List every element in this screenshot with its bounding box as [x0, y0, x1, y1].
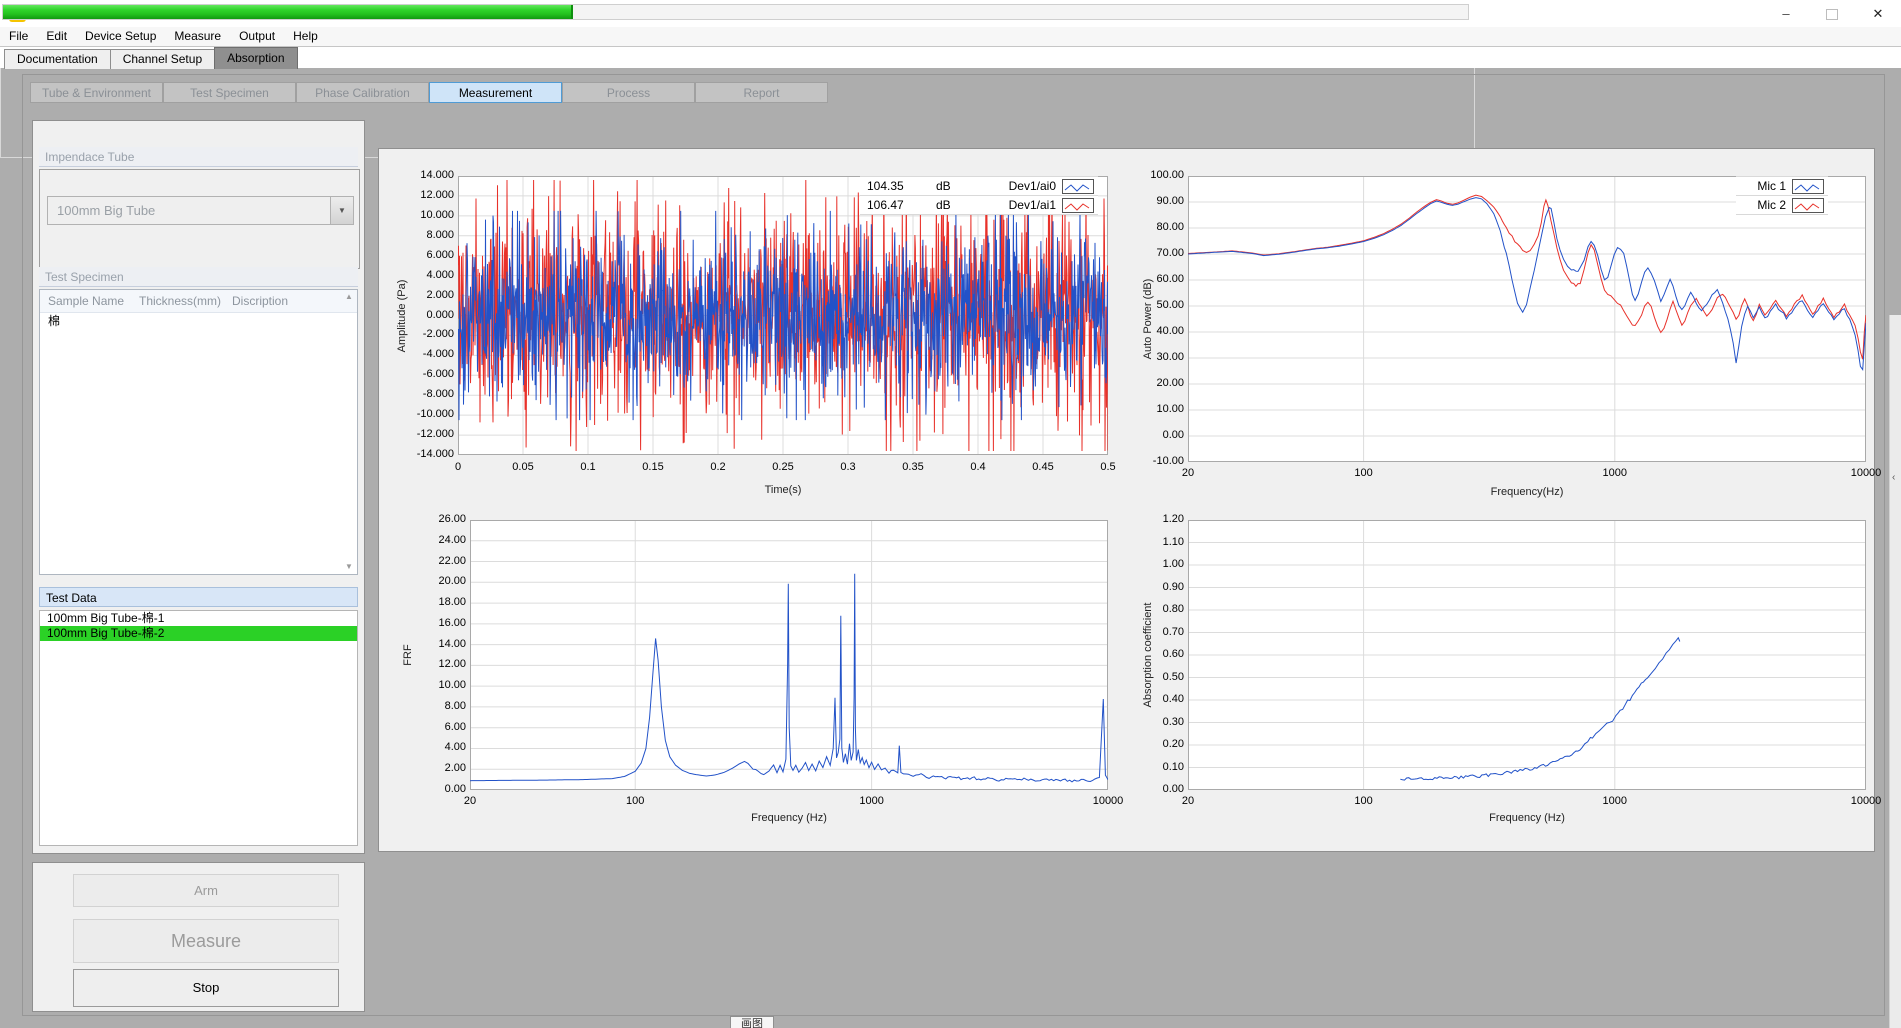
frf-y-axis-title: FRF	[402, 644, 414, 665]
minimize-button[interactable]: –	[1763, 0, 1809, 27]
menu-device-setup[interactable]: Device Setup	[76, 27, 165, 45]
column-header-sample-name[interactable]: Sample Name	[48, 290, 124, 312]
subtab-tube-environment[interactable]: Tube & Environment	[30, 82, 163, 103]
menu-help[interactable]: Help	[284, 27, 327, 45]
legend-item-dev1-ai1[interactable]: 106.47 dB Dev1/ai1	[860, 196, 1098, 215]
charts-panel	[378, 148, 1875, 852]
autopower-y-axis-title: Auto Power (dB)	[1142, 279, 1154, 360]
sidebar-panel: Impendace Tube 100mm Big Tube ▼ Test Spe…	[32, 120, 365, 854]
frf-x-axis-title: Frequency (Hz)	[751, 812, 827, 824]
close-button[interactable]: ✕	[1855, 0, 1901, 27]
tab-absorption[interactable]: Absorption	[214, 47, 297, 69]
bottom-tab[interactable]: 画图	[730, 1016, 774, 1028]
table-header-row: Sample Name Thickness(mm) Discription	[40, 290, 357, 313]
right-splitter-scrollbar[interactable]: ‹	[1889, 315, 1901, 1028]
test-data-list[interactable]: 100mm Big Tube-棉-1100mm Big Tube-棉-2	[39, 610, 358, 846]
waveform-icon	[1062, 198, 1094, 213]
subtab-test-specimen[interactable]: Test Specimen	[163, 82, 296, 103]
wave-y-axis-title: Amplitude (Pa)	[396, 280, 408, 353]
menu-file[interactable]: File	[0, 27, 37, 45]
menu-edit[interactable]: Edit	[37, 27, 76, 45]
level-unit: dB	[936, 198, 951, 212]
list-item[interactable]: 100mm Big Tube-棉-1	[40, 611, 357, 626]
chevron-left-icon: ‹	[1892, 472, 1895, 483]
arm-button[interactable]: Arm	[73, 874, 339, 907]
absorption-y-axis-title: Absorption coefficient	[1142, 603, 1154, 708]
legend-label: Dev1/ai0	[1009, 179, 1056, 193]
menu-measure[interactable]: Measure	[165, 27, 230, 45]
column-header-thickness-mm[interactable]: Thickness(mm)	[139, 290, 221, 312]
subtab-process[interactable]: Process	[562, 82, 695, 103]
table-cell: 棉	[48, 313, 60, 330]
main-tab-strip: DocumentationChannel SetupAbsorption	[0, 47, 1901, 68]
tube-select-dropdown[interactable]: 100mm Big Tube ▼	[47, 196, 354, 225]
scroll-down-icon[interactable]: ▼	[342, 561, 356, 573]
chevron-down-icon[interactable]: ▼	[330, 197, 353, 224]
absorption-x-axis-title: Frequency (Hz)	[1489, 812, 1565, 824]
wave-x-axis-title: Time(s)	[765, 484, 802, 496]
waveform-icon	[1792, 179, 1824, 194]
test-specimen-header: Test Specimen	[39, 267, 358, 287]
subtab-report[interactable]: Report	[695, 82, 828, 103]
maximize-icon	[1826, 9, 1838, 20]
legend-label: Dev1/ai1	[1009, 198, 1056, 212]
subtab-phase-calibration[interactable]: Phase Calibration	[296, 82, 429, 103]
tab-documentation[interactable]: Documentation	[4, 49, 111, 69]
waveform-icon	[1062, 179, 1094, 194]
menu-bar: FileEditDevice SetupMeasureOutputHelp	[0, 27, 1901, 47]
subtab-measurement[interactable]: Measurement	[429, 82, 562, 103]
progress-bar-fill	[3, 5, 573, 19]
actions-panel: Arm Measure Stop	[32, 862, 365, 1012]
legend-item-mic2[interactable]: Mic 2	[1736, 196, 1828, 215]
waveform-icon	[1792, 198, 1824, 213]
legend-item-dev1-ai0[interactable]: 104.35 dB Dev1/ai0	[860, 176, 1098, 196]
tab-channel-setup[interactable]: Channel Setup	[110, 49, 215, 69]
level-value: 106.47	[867, 198, 904, 212]
legend-item-mic1[interactable]: Mic 1	[1736, 176, 1828, 196]
measure-button[interactable]: Measure	[73, 919, 339, 963]
level-unit: dB	[936, 179, 951, 193]
tube-select-value: 100mm Big Tube	[57, 203, 155, 218]
test-specimen-table[interactable]: Sample NameThickness(mm)Discription 棉 ▲ …	[39, 289, 358, 575]
level-value: 104.35	[867, 179, 904, 193]
progress-bar	[2, 4, 1469, 20]
wave-legend: 104.35 dB Dev1/ai0 106.47 dB Dev1/ai1	[860, 176, 1098, 215]
column-header-discription[interactable]: Discription	[232, 290, 288, 312]
legend-label: Mic 2	[1757, 198, 1786, 212]
menu-output[interactable]: Output	[230, 27, 284, 45]
stop-button[interactable]: Stop	[73, 969, 339, 1007]
application-window: ▶ Absorption – ✕ FileEditDevice SetupMea…	[0, 0, 1901, 1028]
legend-label: Mic 1	[1757, 179, 1786, 193]
autopower-legend: Mic 1 Mic 2	[1736, 176, 1828, 215]
autopower-x-axis-title: Frequency(Hz)	[1491, 486, 1564, 498]
test-data-header: Test Data	[39, 587, 358, 607]
scroll-up-icon[interactable]: ▲	[342, 291, 356, 303]
list-item[interactable]: 100mm Big Tube-棉-2	[40, 626, 357, 641]
maximize-button[interactable]	[1809, 0, 1855, 27]
impedance-tube-header: Impendace Tube	[39, 147, 358, 167]
